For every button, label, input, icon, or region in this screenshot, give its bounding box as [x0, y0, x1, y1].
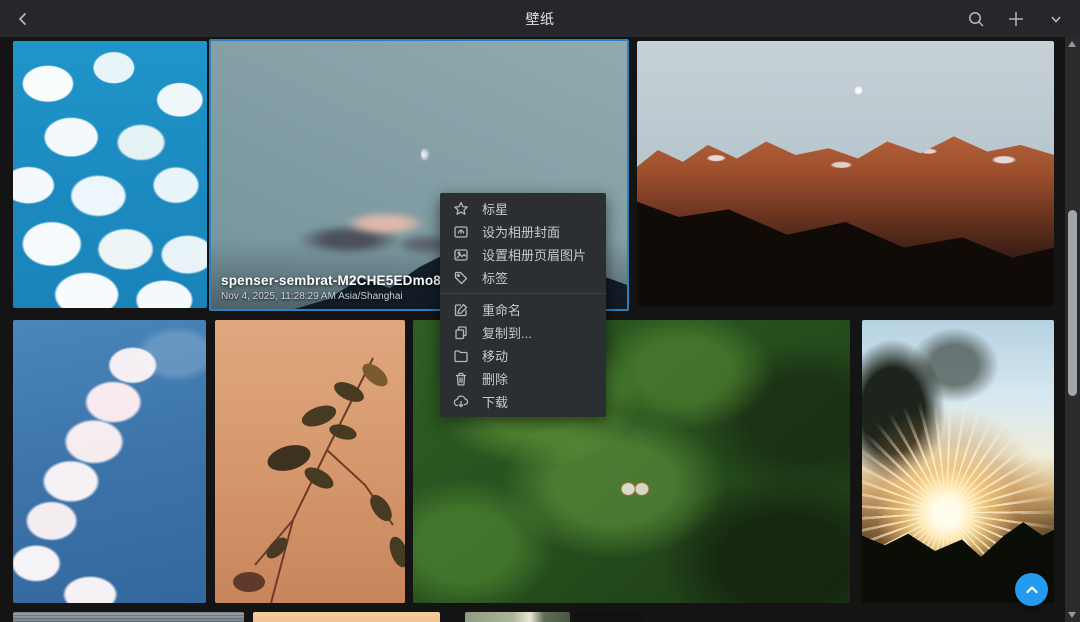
menu-item-label: 移动 — [482, 346, 508, 365]
menu-item-label: 设置相册页眉图片 — [482, 245, 586, 264]
photo-tile-partial-peach[interactable] — [253, 612, 440, 622]
menu-item-delete[interactable]: 删除 — [440, 367, 606, 390]
scrollbar-up-arrow-icon[interactable] — [1068, 41, 1076, 47]
menu-item-label: 重命名 — [482, 300, 521, 319]
context-menu: 标星 设为相册封面 设置相册页眉图片 标签 重命名 — [440, 193, 606, 417]
page-title: 壁纸 — [0, 9, 1080, 29]
menu-item-label: 标签 — [482, 268, 508, 287]
rename-icon — [452, 301, 469, 318]
menu-separator — [440, 293, 606, 294]
menu-item-copy-to[interactable]: 复制到... — [440, 321, 606, 344]
move-icon — [452, 347, 469, 364]
photo-tile-blossoms[interactable] — [13, 41, 207, 308]
search-button[interactable] — [966, 9, 986, 29]
download-icon — [452, 393, 469, 410]
scrollbar-thumb[interactable] — [1068, 210, 1077, 396]
menu-item-star[interactable]: 标星 — [440, 197, 606, 220]
menu-item-label: 删除 — [482, 369, 508, 388]
menu-item-label: 标星 — [482, 199, 508, 218]
tag-icon — [452, 269, 469, 286]
photo-datetime: Nov 4, 2025, 11:28:29 AM Asia/Shanghai — [221, 291, 446, 302]
menu-item-label: 下载 — [482, 392, 508, 411]
photo-tile-sunset-mountains[interactable] — [637, 41, 1054, 306]
menu-item-label: 复制到... — [482, 323, 532, 342]
moon-crescent — [421, 148, 429, 161]
photo-tile-sunburst-trees[interactable] — [862, 320, 1054, 603]
menu-item-move[interactable]: 移动 — [440, 344, 606, 367]
scroll-to-top-button[interactable] — [1015, 573, 1048, 606]
butterfly — [616, 476, 654, 502]
delete-icon — [452, 370, 469, 387]
search-icon — [967, 10, 985, 28]
menu-item-set-header-image[interactable]: 设置相册页眉图片 — [440, 243, 606, 266]
chevron-down-icon — [1049, 12, 1063, 26]
menu-item-label: 设为相册封面 — [482, 222, 560, 241]
header-image-icon — [452, 246, 469, 263]
photo-tile-partial-green[interactable] — [465, 612, 570, 622]
album-cover-icon — [452, 223, 469, 240]
context-menu-section-file: 重命名 复制到... 移动 删除 下载 — [440, 298, 606, 413]
photo-tile-flower-cluster[interactable] — [13, 320, 206, 603]
chevron-up-icon — [1024, 582, 1040, 598]
context-menu-section-album: 标星 设为相册封面 设置相册页眉图片 标签 — [440, 197, 606, 289]
photo-tile-partial-water[interactable] — [13, 612, 244, 622]
menu-item-tags[interactable]: 标签 — [440, 266, 606, 289]
copy-icon — [452, 324, 469, 341]
moon-dot — [854, 86, 863, 95]
photo-tile-eucalyptus[interactable] — [215, 320, 405, 603]
branch-silhouette — [215, 320, 405, 603]
top-bar: 壁纸 — [0, 0, 1080, 37]
photo-tile-partial-dark[interactable] — [572, 612, 643, 622]
photo-label: spenser-sembrat-M2CHE5EDmo8- Nov 4, 2025… — [221, 273, 446, 302]
add-icon — [1007, 10, 1025, 28]
menu-item-download[interactable]: 下载 — [440, 390, 606, 413]
scrollbar-down-arrow-icon[interactable] — [1068, 612, 1076, 618]
photo-filename: spenser-sembrat-M2CHE5EDmo8- — [221, 273, 446, 288]
menu-item-set-album-cover[interactable]: 设为相册封面 — [440, 220, 606, 243]
add-button[interactable] — [1006, 9, 1026, 29]
more-menu-button[interactable] — [1046, 9, 1066, 29]
menu-item-rename[interactable]: 重命名 — [440, 298, 606, 321]
scrollbar[interactable] — [1065, 37, 1080, 622]
topbar-actions — [966, 0, 1066, 37]
star-icon — [452, 200, 469, 217]
